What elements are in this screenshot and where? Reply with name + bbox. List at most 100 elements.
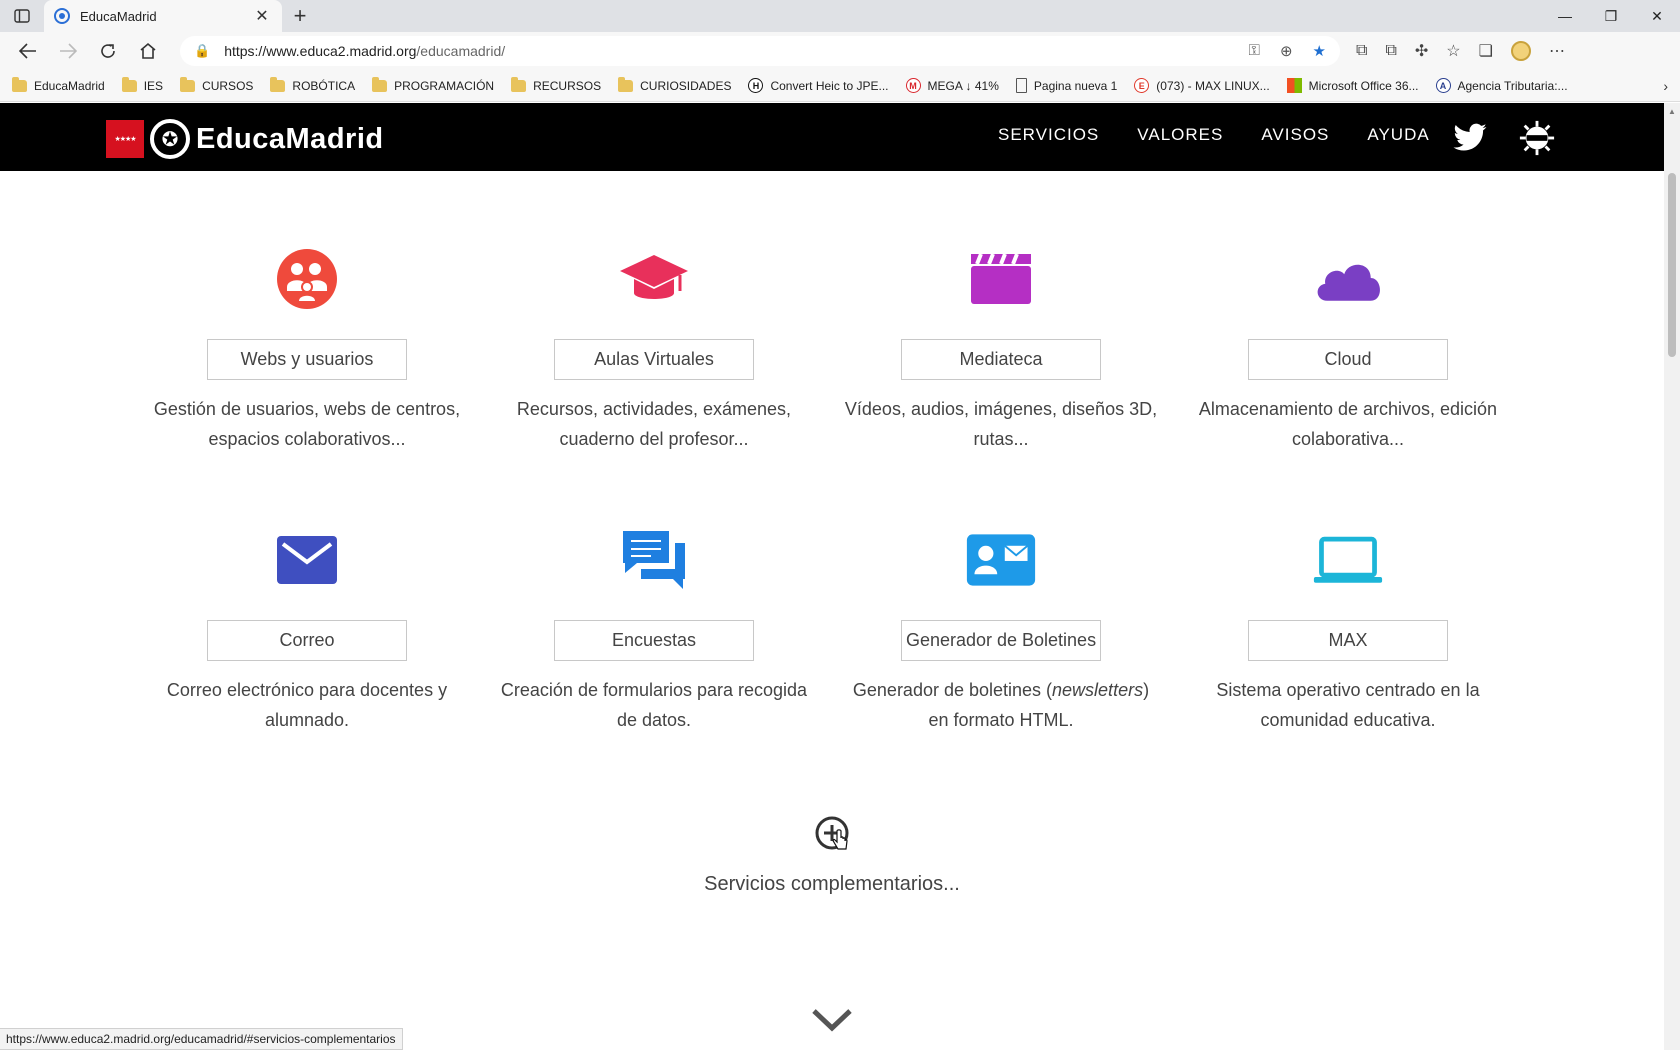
- zoom-icon[interactable]: ⊕: [1280, 42, 1293, 60]
- bookmark-item[interactable]: CURIOSIDADES: [618, 76, 732, 93]
- puzzle-icon[interactable]: ✣: [1415, 41, 1428, 61]
- service-description: Sistema operativo centrado en la comunid…: [1216, 680, 1480, 730]
- service-button[interactable]: Encuestas: [554, 620, 754, 661]
- reload-button[interactable]: [88, 35, 128, 67]
- lock-icon[interactable]: 🔒: [194, 43, 210, 59]
- cloud-icon[interactable]: [1312, 243, 1384, 315]
- bookmark-item[interactable]: IES: [121, 76, 163, 93]
- close-tab-icon[interactable]: ✕: [252, 6, 272, 26]
- bookmark-item[interactable]: EducaMadrid: [12, 76, 105, 93]
- nav-servicios[interactable]: SERVICIOS: [998, 125, 1099, 145]
- back-button[interactable]: [8, 35, 48, 67]
- favorites-icon[interactable]: ☆: [1446, 41, 1460, 61]
- bookmark-item[interactable]: H Convert Heic to JPE...: [748, 78, 889, 93]
- brand-name: EducaMadrid: [196, 122, 384, 155]
- bookmark-label: Agencia Tributaria:...: [1457, 78, 1568, 93]
- bookmark-item[interactable]: Pagina nueva 1: [1015, 78, 1118, 93]
- bookmark-label: CURIOSIDADES: [640, 78, 732, 93]
- star-emblem-icon: ✪: [150, 119, 190, 159]
- site-favicon-icon: H: [748, 78, 764, 93]
- bookmark-label: Convert Heic to JPE...: [770, 78, 889, 93]
- graduation-cap-icon[interactable]: [618, 243, 690, 315]
- extension-icon-2[interactable]: ⧉: [1385, 42, 1396, 60]
- site-favicon-icon: E: [1134, 78, 1150, 93]
- more-icon[interactable]: ⋯: [1549, 41, 1565, 61]
- service-button[interactable]: Generador de Boletines: [901, 620, 1101, 661]
- nav-ayuda[interactable]: AYUDA: [1367, 125, 1429, 145]
- service-button[interactable]: Webs y usuarios: [207, 339, 407, 380]
- collections-icon[interactable]: ❏: [1479, 41, 1493, 61]
- bookmark-item[interactable]: A Agencia Tributaria:...: [1435, 78, 1568, 93]
- service-button[interactable]: Correo: [207, 620, 407, 661]
- laptop-icon[interactable]: [1312, 524, 1384, 596]
- url-path: /educamadrid/: [416, 43, 506, 59]
- bookmark-label: EducaMadrid: [34, 78, 105, 93]
- status-bar-url: https://www.educa2.madrid.org/educamadri…: [0, 1028, 403, 1050]
- site-favicon-icon: M: [905, 78, 921, 93]
- scroll-up-icon[interactable]: ▲: [1668, 107, 1676, 116]
- close-window-button[interactable]: ✕: [1634, 0, 1680, 32]
- bookmark-item[interactable]: M MEGA ↓ 41%: [905, 78, 999, 93]
- description-text: Generador de boletines (: [852, 680, 1053, 700]
- extensions-area: ⧉ ⧉ ✣ ☆ ❏ ⋯: [1356, 41, 1565, 61]
- service-description: Vídeos, audios, imágenes, diseños 3D, ru…: [844, 399, 1158, 449]
- bookmark-label: PROGRAMACIÓN: [394, 78, 495, 93]
- browser-toolbar: 🔒 https://www.educa2.madrid.org/educamad…: [0, 32, 1680, 70]
- address-bar[interactable]: 🔒 https://www.educa2.madrid.org/educamad…: [180, 36, 1340, 66]
- folder-icon: [121, 76, 137, 92]
- nav-avisos[interactable]: AVISOS: [1261, 125, 1329, 145]
- scrollbar-thumb[interactable]: [1668, 173, 1676, 357]
- covid-virus-icon[interactable]: [1518, 119, 1556, 157]
- bookmark-item[interactable]: Microsoft Office 36...: [1286, 78, 1419, 93]
- service-button[interactable]: MAX: [1248, 620, 1448, 661]
- key-icon[interactable]: ⚿: [1249, 42, 1260, 60]
- arrow-right-icon: [60, 43, 77, 59]
- clapperboard-icon[interactable]: [965, 243, 1037, 315]
- bookmark-item[interactable]: E (073) - MAX LINUX...: [1134, 78, 1270, 93]
- bookmark-item[interactable]: ROBÓTICA: [270, 76, 355, 93]
- users-icon[interactable]: [271, 243, 343, 315]
- extension-icon[interactable]: ⧉: [1356, 42, 1367, 60]
- twitter-icon[interactable]: [1452, 120, 1488, 156]
- bookmarks-overflow-icon[interactable]: ›: [1663, 78, 1668, 94]
- description-emphasis: newsletters: [1052, 680, 1144, 700]
- favorite-star-icon[interactable]: ★: [1313, 42, 1326, 60]
- new-tab-button[interactable]: +: [282, 0, 318, 32]
- service-description: Correo electrónico para docentes y alumn…: [166, 680, 448, 730]
- bookmark-label: Pagina nueva 1: [1033, 78, 1118, 93]
- bookmark-label: CURSOS: [202, 78, 254, 93]
- hand-cursor-icon: [832, 829, 848, 850]
- tab-actions-icon[interactable]: [0, 0, 44, 32]
- site-favicon-icon: A: [1435, 78, 1451, 93]
- envelope-icon[interactable]: [271, 524, 343, 596]
- calculator-extension-icon[interactable]: [1510, 41, 1531, 61]
- service-description: Recursos, actividades, exámenes, cuadern…: [516, 399, 792, 449]
- tab-title: EducaMadrid: [80, 8, 157, 24]
- address-bar-actions: ⚿ ⊕ ★: [1249, 42, 1326, 60]
- bookmark-item[interactable]: RECURSOS: [511, 76, 601, 93]
- home-button[interactable]: [128, 35, 168, 67]
- forward-button[interactable]: [48, 35, 88, 67]
- folder-icon: [270, 76, 286, 92]
- microsoft-icon: [1286, 78, 1302, 93]
- nav-valores[interactable]: VALORES: [1137, 125, 1223, 145]
- page-scrollbar[interactable]: ▲: [1664, 103, 1680, 1050]
- chevron-down-icon[interactable]: [811, 1008, 853, 1032]
- service-description: Creación de formularios para recogida de…: [500, 680, 808, 730]
- service-button[interactable]: Aulas Virtuales: [554, 339, 754, 380]
- page-icon: [1015, 78, 1027, 93]
- service-button[interactable]: Cloud: [1248, 339, 1448, 380]
- bookmarks-bar: EducaMadrid IES CURSOS ROBÓTICA PROGRAMACIÓN…: [0, 70, 1680, 102]
- restore-button[interactable]: ❐: [1588, 0, 1634, 32]
- complementary-services-link[interactable]: Servicios complementarios...: [0, 873, 1664, 896]
- tab-educamadrid[interactable]: EducaMadrid ✕: [44, 0, 282, 32]
- bookmark-item[interactable]: PROGRAMACIÓN: [372, 76, 495, 93]
- service-button[interactable]: Mediateca: [901, 339, 1101, 380]
- educamadrid-logo[interactable]: ★★★★ ✪ EducaMadrid: [106, 119, 384, 159]
- minimize-button[interactable]: —: [1542, 0, 1588, 32]
- reload-icon: [101, 44, 115, 58]
- bookmark-item[interactable]: CURSOS: [180, 76, 254, 93]
- chat-bubbles-icon[interactable]: [618, 524, 690, 596]
- web-page: ★★★★ ✪ EducaMadrid SERVICIOS VALORES AVI…: [0, 103, 1664, 1050]
- contact-card-icon[interactable]: [965, 524, 1037, 596]
